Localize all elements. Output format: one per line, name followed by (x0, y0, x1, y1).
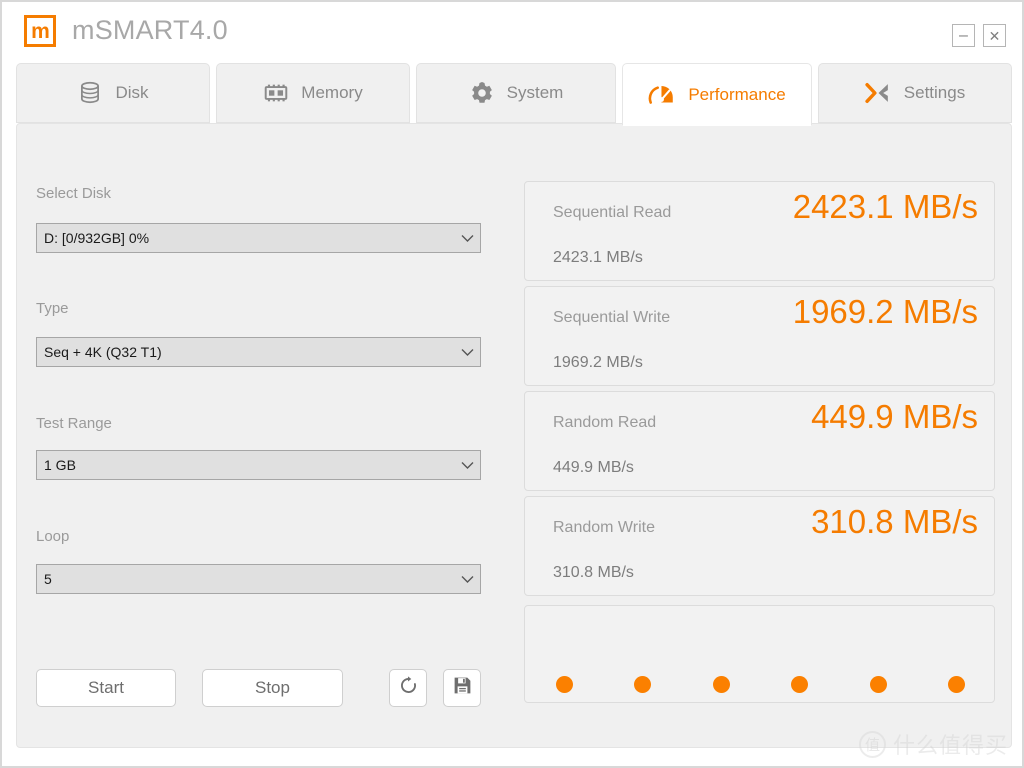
test-range-dropdown[interactable]: 1 GB (36, 450, 481, 480)
result-subvalue: 310.8 MB/s (553, 564, 634, 581)
tab-label: Memory (301, 83, 363, 102)
result-card: Random Read 449.9 MB/s 449.9 MB/s (524, 391, 995, 491)
result-value: 310.8 MB/s (811, 503, 978, 540)
loop-label: Loop (36, 528, 70, 545)
type-value: Seq + 4K (Q32 T1) (44, 344, 162, 360)
watermark-logo-icon: 值 (858, 730, 886, 758)
chart-point (948, 676, 965, 693)
type-dropdown[interactable]: Seq + 4K (Q32 T1) (36, 337, 481, 367)
tab-bar: Disk Memory System Performance Settings (2, 60, 1022, 126)
chart-point (870, 676, 887, 693)
app-logo-icon: m (24, 15, 56, 47)
refresh-icon (398, 675, 419, 701)
app-window: m mSMART4.0 – ✕ Disk Memory System Performa… (0, 0, 1024, 768)
watermark-text: 什么值得买 (892, 733, 1008, 758)
window-buttons: – ✕ (952, 24, 1006, 47)
result-card: Random Write 310.8 MB/s 310.8 MB/s (524, 496, 995, 596)
result-label: Random Write (553, 519, 655, 536)
close-button[interactable]: ✕ (983, 24, 1006, 47)
tab-settings[interactable]: Settings (818, 63, 1012, 123)
select-disk-label: Select Disk (36, 185, 112, 202)
tab-memory[interactable]: Memory (216, 63, 410, 123)
test-range-label: Test Range (36, 415, 112, 432)
result-value: 1969.2 MB/s (792, 293, 978, 330)
tab-label: Settings (903, 83, 966, 102)
test-range-value: 1 GB (44, 457, 76, 473)
speedometer-icon (648, 82, 676, 108)
gear-icon (469, 80, 495, 106)
title-bar: m mSMART4.0 – ✕ (2, 2, 1022, 60)
result-value: 449.9 MB/s (811, 398, 978, 435)
result-label: Random Read (553, 414, 657, 431)
loop-dropdown[interactable]: 5 (36, 564, 481, 594)
chevron-down-icon (454, 575, 480, 584)
performance-panel: Select Disk D: [0/932GB] 0% Type Seq + 4… (16, 123, 1012, 748)
select-disk-dropdown[interactable]: D: [0/932GB] 0% (36, 223, 481, 253)
watermark: 值 什么值得买 (858, 728, 1008, 760)
save-floppy-icon (452, 675, 473, 701)
memory-icon (263, 80, 289, 106)
result-value: 2423.1 MB/s (792, 188, 978, 225)
type-label: Type (36, 300, 69, 317)
tab-label: Disk (115, 83, 149, 102)
logo-glyph: m (31, 19, 50, 43)
chevron-down-icon (454, 461, 480, 470)
result-label: Sequential Write (553, 309, 671, 326)
disk-icon (77, 80, 103, 106)
app-title: mSMART4.0 (72, 15, 228, 45)
chart-point (556, 676, 573, 693)
result-subvalue: 2423.1 MB/s (553, 249, 643, 266)
tab-label: System (506, 83, 564, 102)
minimize-button[interactable]: – (952, 24, 975, 47)
result-card: Sequential Write 1969.2 MB/s 1969.2 MB/s (524, 286, 995, 386)
tab-disk[interactable]: Disk (16, 63, 210, 123)
start-button[interactable]: Start (36, 669, 176, 707)
result-label: Sequential Read (553, 204, 672, 221)
select-disk-value: D: [0/932GB] 0% (44, 230, 150, 246)
tab-performance[interactable]: Performance (622, 63, 812, 126)
result-subvalue: 449.9 MB/s (553, 459, 634, 476)
result-card: Sequential Read 2423.1 MB/s 2423.1 MB/s (524, 181, 995, 281)
performance-chart (524, 605, 995, 703)
result-subvalue: 1969.2 MB/s (553, 354, 643, 371)
chart-point (791, 676, 808, 693)
tab-system[interactable]: System (416, 63, 616, 123)
save-button[interactable] (443, 669, 481, 707)
refresh-button[interactable] (389, 669, 427, 707)
tab-label: Performance (688, 84, 786, 104)
loop-value: 5 (44, 571, 52, 587)
settings-x-icon (865, 81, 892, 105)
chart-point (634, 676, 651, 693)
chevron-down-icon (454, 234, 480, 243)
chevron-down-icon (454, 348, 480, 357)
stop-button[interactable]: Stop (202, 669, 343, 707)
chart-point (713, 676, 730, 693)
